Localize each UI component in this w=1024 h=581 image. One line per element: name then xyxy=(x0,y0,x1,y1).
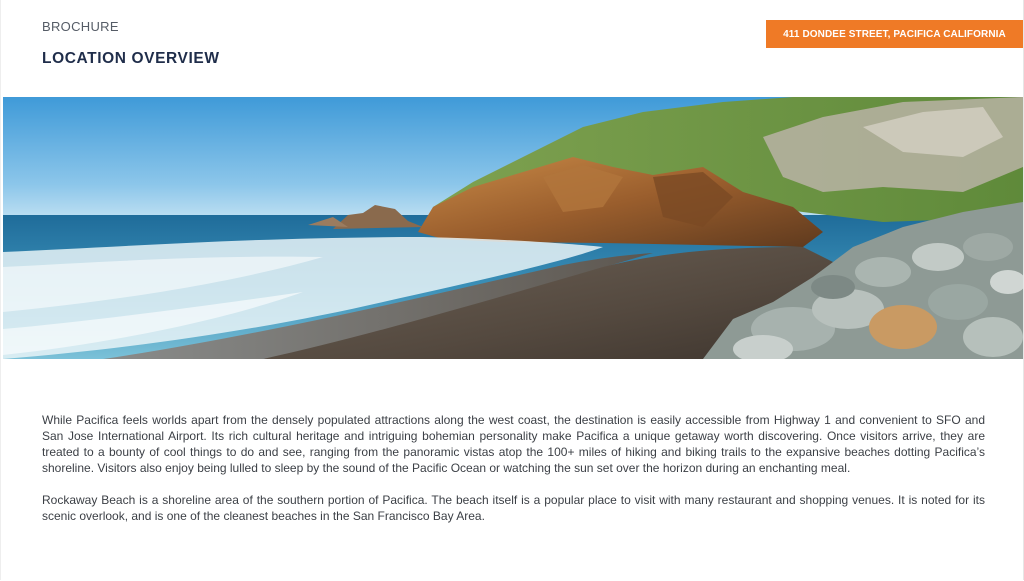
location-description: While Pacifica feels worlds apart from t… xyxy=(42,412,985,524)
hero-image xyxy=(3,97,1023,359)
page-title: LOCATION OVERVIEW xyxy=(42,50,220,67)
brochure-eyebrow: BROCHURE xyxy=(42,19,119,34)
beach-coastline-photo xyxy=(3,97,1023,359)
address-badge: 411 DONDEE STREET, PACIFICA CALIFORNIA xyxy=(766,20,1023,48)
brochure-page: BROCHURE LOCATION OVERVIEW 411 DONDEE ST… xyxy=(0,0,1024,580)
description-paragraph-1: While Pacifica feels worlds apart from t… xyxy=(42,413,985,475)
description-paragraph-2: Rockaway Beach is a shoreline area of th… xyxy=(42,493,985,523)
